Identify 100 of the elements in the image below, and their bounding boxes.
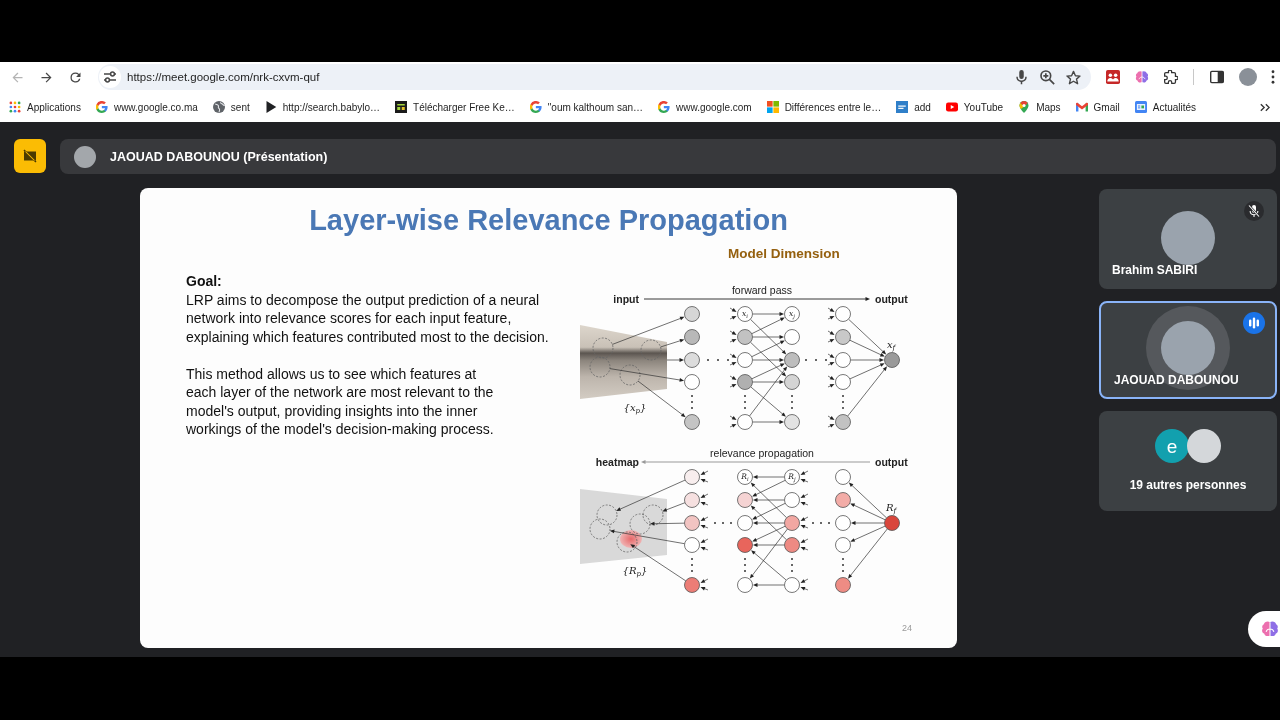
connection-arrow xyxy=(666,358,684,362)
g-logo-icon xyxy=(529,101,542,113)
patch-outline xyxy=(616,531,638,553)
incoming-arrow-stub xyxy=(800,578,809,591)
goal-heading: Goal: xyxy=(186,272,222,291)
bookmark[interactable]: Applications xyxy=(9,101,81,113)
incoming-arrow-stub xyxy=(700,470,709,483)
avatar-circle xyxy=(1161,211,1215,265)
double-chevron-icon xyxy=(1260,102,1270,112)
patch-outline xyxy=(589,518,611,540)
incoming-arrow-stub xyxy=(827,415,835,428)
apps-grid-icon xyxy=(9,101,21,113)
incoming-arrow-stub xyxy=(700,578,709,591)
panel-label: input xyxy=(613,293,639,305)
panel-caption: relevance propagation xyxy=(710,447,814,459)
assistant-button[interactable] xyxy=(1248,611,1280,647)
mail-logo-icon xyxy=(1075,101,1088,113)
letter-avatar: e xyxy=(1155,429,1189,463)
star-icon[interactable] xyxy=(1066,69,1081,85)
incoming-arrow-stub xyxy=(729,415,737,428)
incoming-arrow-stub xyxy=(700,516,709,529)
video-logo-icon xyxy=(945,101,958,113)
avatar-circle xyxy=(1187,429,1221,463)
bookmark[interactable]: www.google.com xyxy=(658,101,752,113)
address-bar[interactable]: https://meet.google.com/nrk-cxvm-quf xyxy=(98,64,1091,90)
patch-outline xyxy=(596,504,618,526)
bookmark[interactable]: http://search.babylo… xyxy=(264,101,381,113)
panel-caption: forward pass xyxy=(731,284,793,296)
connection-arrow xyxy=(752,420,784,424)
presenter-name: JAOUAD DABOUNOU (Présentation) xyxy=(110,149,328,164)
node-label: x$_{f}$ xyxy=(886,340,896,350)
patch-outline xyxy=(592,337,614,359)
panel-label: heatmap xyxy=(595,456,639,468)
site-settings-icon[interactable] xyxy=(99,66,121,88)
bookmark[interactable]: YouTube xyxy=(945,101,1004,113)
app-tile-icon xyxy=(896,101,909,113)
incoming-arrow-stub xyxy=(729,307,737,320)
incoming-arrow-stub xyxy=(800,493,809,506)
math-label: {R$_{p}$} xyxy=(622,566,648,576)
figure-title: Model Dimension xyxy=(728,246,840,261)
brain-icon xyxy=(1261,620,1279,638)
incoming-arrow-stub xyxy=(700,538,709,551)
zoom-in-icon[interactable] xyxy=(1040,69,1055,85)
participant-name: Brahim SABIRI xyxy=(1112,263,1198,277)
incoming-arrow-stub xyxy=(827,307,835,320)
bookmark[interactable]: sent xyxy=(212,101,250,113)
map-pin-icon xyxy=(1018,101,1031,113)
patch-outline xyxy=(642,504,664,526)
patch-outline xyxy=(589,356,611,378)
incoming-arrow-stub xyxy=(729,353,737,366)
side-panel-icon[interactable] xyxy=(1210,70,1224,84)
bookmark[interactable]: Télécharger Free Ke… xyxy=(395,101,515,113)
incoming-arrow-stub xyxy=(700,493,709,506)
people-extension-icon[interactable] xyxy=(1106,70,1120,84)
page-number: 24 xyxy=(902,622,912,634)
g-logo-icon xyxy=(658,101,671,113)
incoming-arrow-stub xyxy=(827,375,835,388)
incoming-arrow-stub xyxy=(800,470,809,483)
news-icon xyxy=(1134,101,1147,113)
math-label: {x$_{p}$} xyxy=(623,403,647,413)
patch-outline xyxy=(629,513,651,535)
bookmark[interactable]: add xyxy=(896,101,931,113)
bookmark[interactable]: "oum kalthoum san… xyxy=(529,101,644,113)
panel-label: output xyxy=(875,293,908,305)
node-label: R$_{f}$ xyxy=(885,503,897,513)
incoming-arrow-stub xyxy=(729,330,737,343)
app-tile-icon xyxy=(395,101,408,113)
bookmark[interactable]: Actualités xyxy=(1134,101,1197,113)
panel-label: output xyxy=(875,456,908,468)
goal-text: LRP aims to decompose the output prediction of a neural network into relevance scores for each input feature, explaining which features contributed most to the decision. xyxy=(186,290,550,346)
incoming-arrow-stub xyxy=(827,353,835,366)
play-icon xyxy=(264,101,277,113)
more-bookmarks-button[interactable] xyxy=(1260,102,1270,112)
patch-outline xyxy=(619,364,641,386)
screen-off-icon xyxy=(21,147,39,165)
incoming-arrow-stub xyxy=(800,538,809,551)
globe-icon xyxy=(212,101,225,113)
slide-title: Layer-wise Relevance Propagation xyxy=(309,203,788,238)
g-logo-icon xyxy=(95,101,108,113)
others-count-label: 19 autres personnes xyxy=(1129,478,1247,492)
bookmark[interactable]: Différences entre le… xyxy=(766,101,882,113)
avatar-circle xyxy=(74,145,96,168)
puzzle-icon[interactable] xyxy=(1164,70,1178,84)
connection-arrow xyxy=(753,583,785,587)
incoming-arrow-stub xyxy=(827,330,835,343)
incoming-arrow-stub xyxy=(800,516,809,529)
patch-outline xyxy=(640,339,662,361)
microphone-icon[interactable] xyxy=(1014,69,1029,85)
four-squares-icon xyxy=(766,101,779,113)
participant-name: JAOUAD DABOUNOU xyxy=(1114,373,1239,387)
brain-icon[interactable] xyxy=(1135,70,1149,84)
bookmark[interactable]: www.google.co.ma xyxy=(95,101,198,113)
participant-tile[interactable]: e 19 autres personnes xyxy=(1099,411,1277,511)
presentation-button[interactable] xyxy=(14,139,46,173)
profile-avatar[interactable] xyxy=(1239,68,1257,86)
bookmark[interactable]: Gmail xyxy=(1075,101,1120,113)
bookmark[interactable]: Maps xyxy=(1018,101,1061,113)
incoming-arrow-stub xyxy=(729,375,737,388)
connection-arrow xyxy=(650,521,685,526)
menu-icon[interactable] xyxy=(1271,70,1275,84)
